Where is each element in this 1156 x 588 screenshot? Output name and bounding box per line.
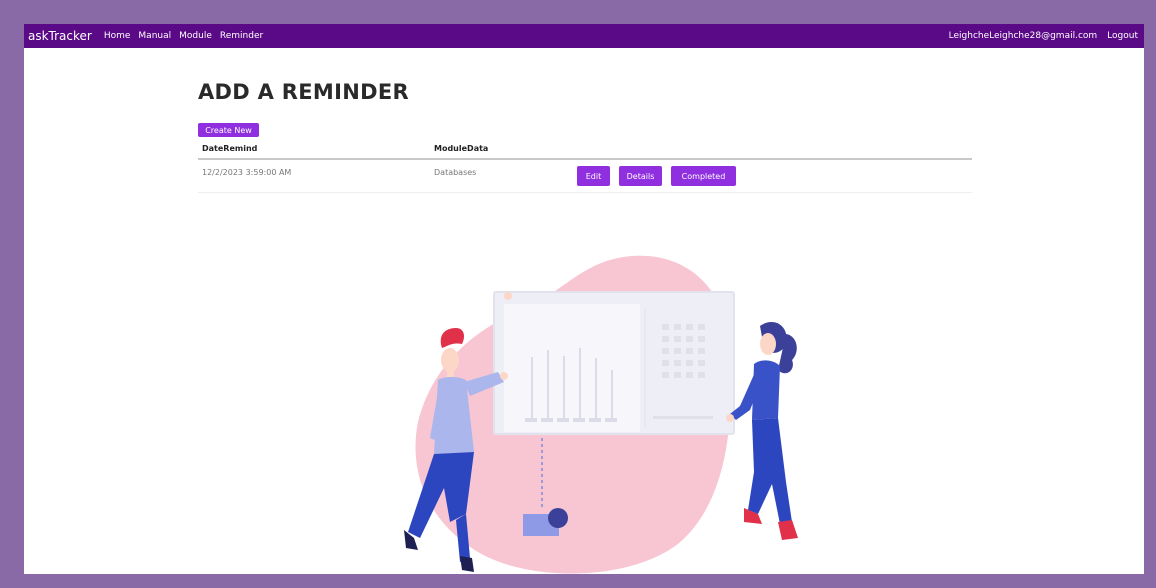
details-button[interactable]: Details [619,166,662,186]
cell-date-remind: 12/2/2023 3:59:00 AM [202,168,292,177]
create-new-button[interactable]: Create New [198,123,259,137]
cell-module-data: Databases [434,168,477,177]
board-inner-panel [504,304,640,432]
header-module-data: ModuleData [434,144,489,153]
table-row: 12/2/2023 3:59:00 AM Databases Edit Deta… [198,160,972,193]
woman-figure [726,322,798,540]
browser-viewport: askTracker Home Manual Module Reminder L… [24,24,1144,574]
user-email-link[interactable]: LeighcheLeighche28@gmail.com [949,31,1098,41]
nav-module[interactable]: Module [179,31,212,41]
header-date-remind: DateRemind [202,144,258,153]
nav-manual[interactable]: Manual [138,31,171,41]
nav-home[interactable]: Home [104,31,131,41]
nav-reminder[interactable]: Reminder [220,31,263,41]
reminder-table: DateRemind ModuleData 12/2/2023 3:59:00 … [198,140,972,193]
completed-button[interactable]: Completed [671,166,736,186]
logout-link[interactable]: Logout [1107,31,1138,41]
brand-link[interactable]: askTracker [28,29,92,43]
table-header: DateRemind ModuleData [198,140,972,160]
nav-user-area: LeighcheLeighche28@gmail.com Logout [945,31,1144,41]
page-title: ADD A REMINDER [198,80,409,104]
teamwork-illustration [404,255,798,574]
navbar: askTracker Home Manual Module Reminder L… [24,24,1144,48]
edit-button[interactable]: Edit [577,166,610,186]
navy-circle-shape [548,508,568,528]
